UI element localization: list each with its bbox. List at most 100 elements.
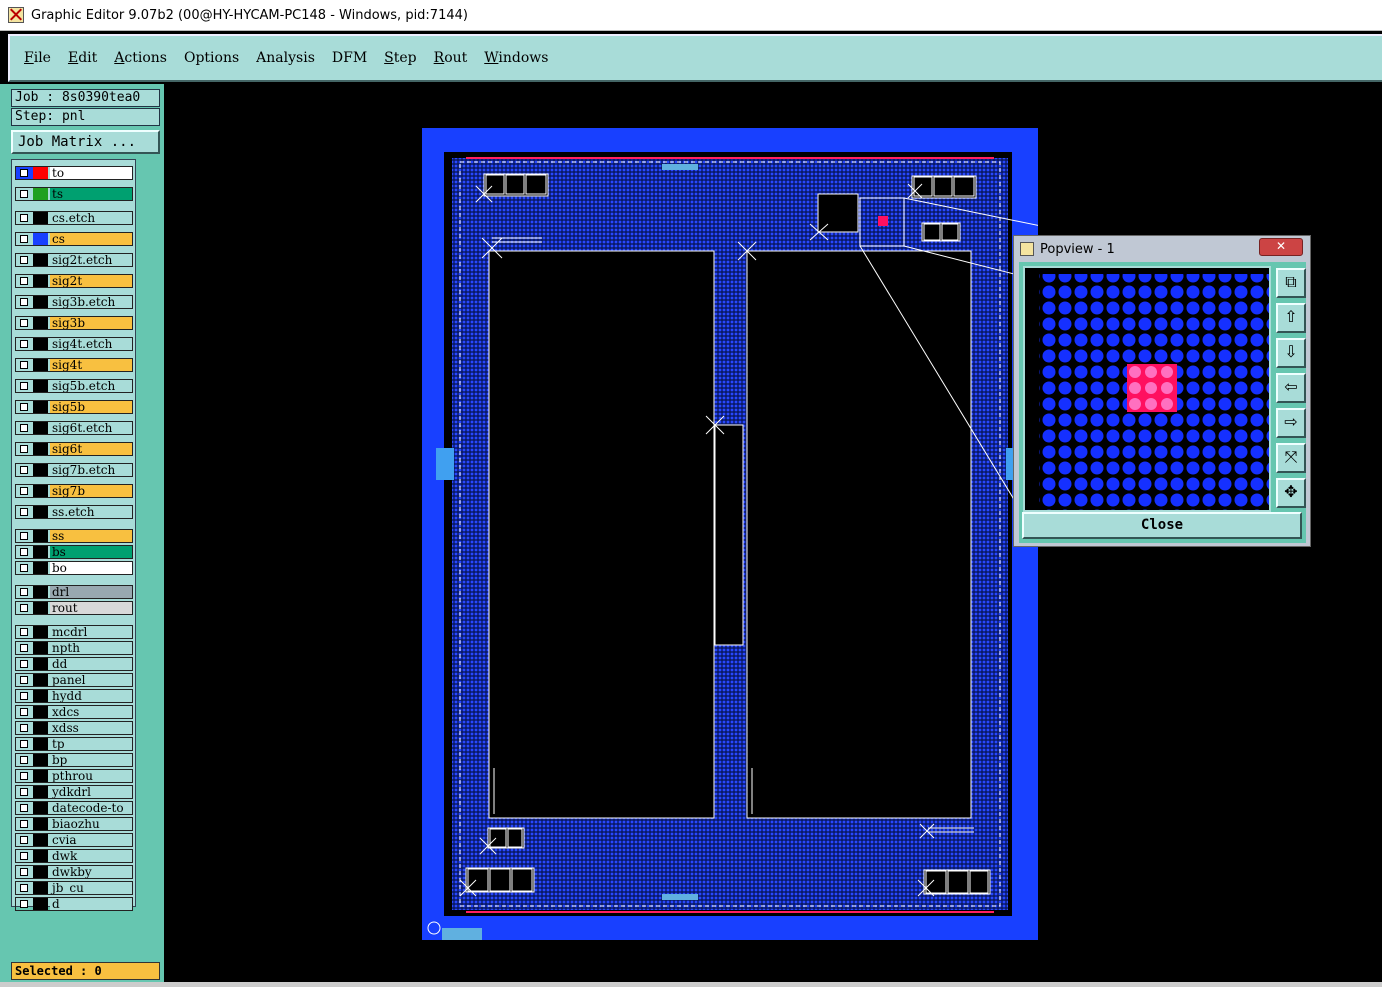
layer-row-sig7b[interactable]: sig7b: [15, 484, 133, 498]
layer-checkbox[interactable]: [20, 692, 28, 700]
zoom-out-icon[interactable]: ⤧: [1276, 443, 1306, 473]
layer-row-bs[interactable]: bs: [15, 545, 133, 559]
layer-row-biaozhu[interactable]: biaozhu: [15, 817, 133, 831]
layer-row-jb_cu[interactable]: jb_cu: [15, 881, 133, 895]
fit-view-icon[interactable]: ⧉: [1276, 268, 1306, 298]
layer-checkbox[interactable]: [20, 340, 28, 348]
layer-row-sig3b[interactable]: sig3b: [15, 316, 133, 330]
layer-checkbox[interactable]: [20, 628, 28, 636]
layer-checkbox[interactable]: [20, 804, 28, 812]
layer-row-sig4t[interactable]: sig4t: [15, 358, 133, 372]
layer-checkbox[interactable]: [20, 644, 28, 652]
layer-row-ss[interactable]: ss: [15, 529, 133, 543]
layer-checkbox[interactable]: [20, 676, 28, 684]
layer-checkbox[interactable]: [20, 660, 28, 668]
layer-row-hydd[interactable]: hydd: [15, 689, 133, 703]
layer-row-sig6t[interactable]: sig6t: [15, 442, 133, 456]
layer-row-sig2t[interactable]: sig2t: [15, 274, 133, 288]
layer-row-cs.etch[interactable]: cs.etch: [15, 211, 133, 225]
layer-row-ydkdrl[interactable]: ydkdrl: [15, 785, 133, 799]
menu-dfm[interactable]: DFM: [332, 50, 367, 66]
menu-step[interactable]: Step: [384, 50, 416, 66]
layer-row-sig7b.etch[interactable]: sig7b.etch: [15, 463, 133, 477]
layer-checkbox[interactable]: [20, 868, 28, 876]
layer-row-sig5b.etch[interactable]: sig5b.etch: [15, 379, 133, 393]
layer-row-mcdrl[interactable]: mcdrl: [15, 625, 133, 639]
pan-left-icon[interactable]: ⇦: [1276, 373, 1306, 403]
layer-checkbox[interactable]: [20, 361, 28, 369]
layer-row-tp[interactable]: tp: [15, 737, 133, 751]
layer-checkbox[interactable]: [20, 487, 28, 495]
menu-actions[interactable]: Actions: [114, 50, 167, 66]
layer-row-dwk[interactable]: dwk: [15, 849, 133, 863]
pan-up-icon[interactable]: ⇧: [1276, 303, 1306, 333]
pan-down-icon[interactable]: ⇩: [1276, 338, 1306, 368]
layer-checkbox[interactable]: [20, 235, 28, 243]
popview-close-icon[interactable]: ✕: [1259, 238, 1303, 256]
layer-row-ts[interactable]: ts: [15, 187, 133, 201]
layer-checkbox[interactable]: [20, 256, 28, 264]
layer-row-panel[interactable]: panel: [15, 673, 133, 687]
layer-row-sig5b[interactable]: sig5b: [15, 400, 133, 414]
layer-checkbox[interactable]: [20, 277, 28, 285]
layer-row-npth[interactable]: npth: [15, 641, 133, 655]
zoom-in-icon[interactable]: ✥: [1276, 478, 1306, 508]
layer-checkbox[interactable]: [20, 466, 28, 474]
layer-checkbox[interactable]: [20, 756, 28, 764]
layer-checkbox[interactable]: [20, 548, 28, 556]
layer-row-cvia[interactable]: cvia: [15, 833, 133, 847]
layer-checkbox[interactable]: [20, 169, 28, 177]
layer-checkbox[interactable]: [20, 588, 28, 596]
layer-checkbox[interactable]: [20, 836, 28, 844]
layer-checkbox[interactable]: [20, 298, 28, 306]
layer-checkbox[interactable]: [20, 564, 28, 572]
layer-checkbox[interactable]: [20, 319, 28, 327]
layer-checkbox[interactable]: [20, 190, 28, 198]
layer-checkbox[interactable]: [20, 508, 28, 516]
menu-windows[interactable]: Windows: [484, 50, 548, 66]
layer-row-cs[interactable]: cs: [15, 232, 133, 246]
layer-checkbox[interactable]: [20, 852, 28, 860]
layer-row-d[interactable]: d: [15, 897, 133, 911]
layer-checkbox[interactable]: [20, 884, 28, 892]
layer-checkbox[interactable]: [20, 424, 28, 432]
menu-rout[interactable]: Rout: [434, 50, 468, 66]
layer-row-dwkby[interactable]: dwkby: [15, 865, 133, 879]
layer-row-bp[interactable]: bp: [15, 753, 133, 767]
layer-row-pthrou[interactable]: pthrou: [15, 769, 133, 783]
layer-row-ss.etch[interactable]: ss.etch: [15, 505, 133, 519]
menu-file[interactable]: File: [24, 50, 51, 66]
layer-row-to[interactable]: to: [15, 166, 133, 180]
window-titlebar[interactable]: Graphic Editor 9.07b2 (00@HY-HYCAM-PC148…: [0, 0, 1382, 31]
layer-row-xdcs[interactable]: xdcs: [15, 705, 133, 719]
layer-checkbox[interactable]: [20, 445, 28, 453]
menu-edit[interactable]: Edit: [68, 50, 97, 66]
layer-row-xdss[interactable]: xdss: [15, 721, 133, 735]
layer-row-sig3b.etch[interactable]: sig3b.etch: [15, 295, 133, 309]
menu-analysis[interactable]: Analysis: [256, 50, 315, 66]
layer-row-sig2t.etch[interactable]: sig2t.etch: [15, 253, 133, 267]
layer-row-drl[interactable]: drl: [15, 585, 133, 599]
layer-row-dd[interactable]: dd: [15, 657, 133, 671]
layer-checkbox[interactable]: [20, 532, 28, 540]
layer-checkbox[interactable]: [20, 772, 28, 780]
layer-checkbox[interactable]: [20, 604, 28, 612]
layer-row-sig6t.etch[interactable]: sig6t.etch: [15, 421, 133, 435]
layer-checkbox[interactable]: [20, 788, 28, 796]
layer-row-bo[interactable]: bo: [15, 561, 133, 575]
layer-checkbox[interactable]: [20, 708, 28, 716]
menu-options[interactable]: Options: [184, 50, 239, 66]
job-matrix-button[interactable]: Job Matrix ...: [11, 130, 160, 154]
pan-right-icon[interactable]: ⇨: [1276, 408, 1306, 438]
layer-row-datecode-to[interactable]: datecode-to: [15, 801, 133, 815]
layer-row-sig4t.etch[interactable]: sig4t.etch: [15, 337, 133, 351]
layer-checkbox[interactable]: [20, 724, 28, 732]
layer-checkbox[interactable]: [20, 214, 28, 222]
layer-row-rout[interactable]: rout: [15, 601, 133, 615]
layer-checkbox[interactable]: [20, 403, 28, 411]
pcb-panel-view[interactable]: [422, 128, 1091, 942]
popview-close-button[interactable]: Close: [1022, 512, 1302, 539]
layer-checkbox[interactable]: [20, 382, 28, 390]
popview-zoom-image[interactable]: [1023, 266, 1271, 512]
layer-checkbox[interactable]: [20, 900, 28, 908]
